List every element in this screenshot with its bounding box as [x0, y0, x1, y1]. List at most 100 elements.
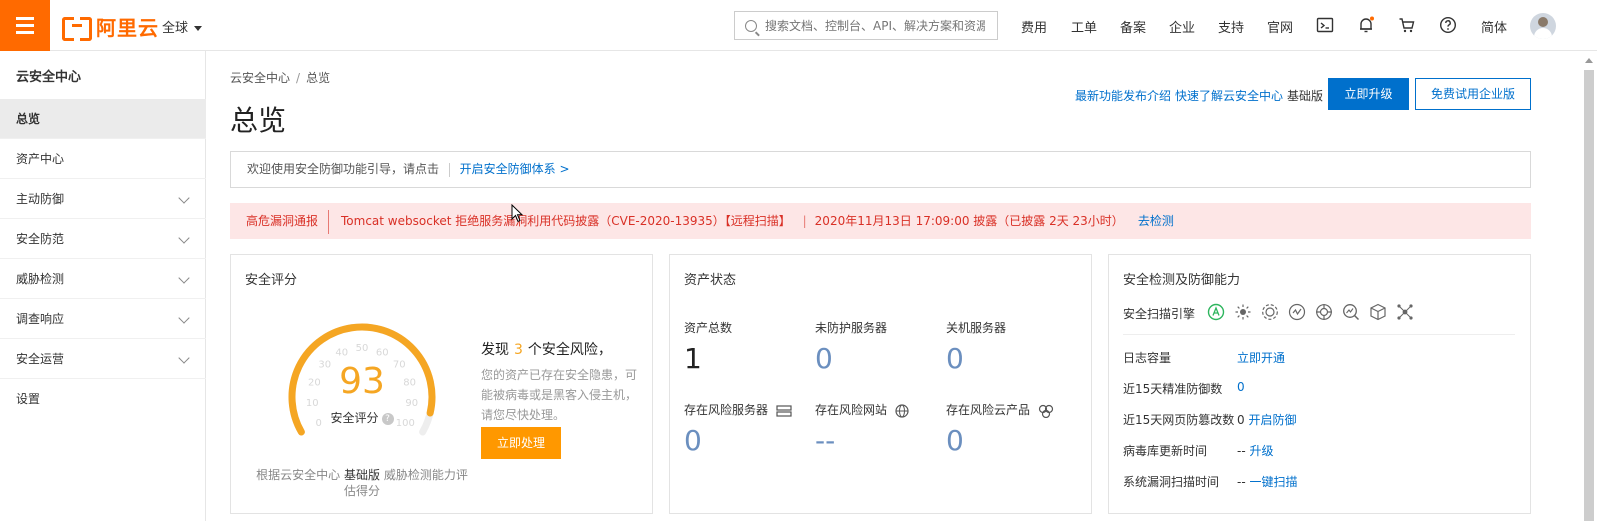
scroll-thumb[interactable] [1584, 70, 1594, 521]
server-icon [776, 404, 792, 417]
quick-start-link[interactable]: 快速了解云安全中心 [1175, 87, 1283, 104]
nav-icp[interactable]: 备案 [1120, 17, 1146, 36]
chevron-down-icon [178, 352, 190, 364]
gauge-tick-label: 60 [376, 347, 389, 358]
go-detect-link[interactable]: 去检测 [1138, 214, 1174, 228]
stat-total-assets[interactable]: 资产总数 1 [684, 319, 732, 375]
scan-engine-row: 安全扫描引擎 [1123, 303, 1515, 335]
stat-risky-cloud-products[interactable]: 存在风险云产品 0 [946, 401, 1054, 457]
gauge-tick-label: 50 [356, 343, 369, 354]
nav-official-site[interactable]: 官网 [1267, 17, 1293, 36]
target-icon[interactable] [1315, 303, 1333, 321]
card-title: 资产状态 [684, 273, 737, 288]
user-avatar[interactable] [1530, 13, 1556, 39]
enable-defense-link[interactable]: 开启防御 [1248, 413, 1296, 427]
handle-now-button[interactable]: 立即处理 [481, 427, 561, 459]
stat-label-row: 存在风险云产品 [946, 401, 1054, 418]
alert-message[interactable]: Tomcat websocket 拒绝服务漏洞利用代码披露（CVE-2020-1… [341, 214, 791, 228]
edition-label: 基础版 [1287, 89, 1324, 103]
help-icon[interactable] [1439, 16, 1457, 34]
risk-suffix: 个安全风险， [527, 342, 612, 358]
vulnerability-alert: 高危漏洞通报 Tomcat websocket 拒绝服务漏洞利用代码披露（CVE-… [230, 203, 1531, 239]
webshell-icon[interactable] [1288, 303, 1306, 321]
menu-icon-bar [16, 24, 34, 27]
sidebar-item-active-defense[interactable]: 主动防御 [0, 179, 206, 219]
scroll-up-icon[interactable] [1585, 58, 1593, 63]
alert-divider [328, 209, 330, 234]
sidebar-item-assets[interactable]: 资产中心 [0, 139, 206, 179]
stat-value: 0 [946, 342, 964, 375]
sidebar-item-label: 主动防御 [16, 192, 65, 206]
chevron-down-icon [178, 272, 190, 284]
alert-tag: 高危漏洞通报 [246, 214, 319, 228]
engine-icons [1207, 303, 1414, 321]
sidebar-item-operations[interactable]: 安全运营 [0, 339, 206, 379]
sidebar-item-settings[interactable]: 设置 [0, 379, 206, 419]
language-switch[interactable]: 简体 [1481, 17, 1507, 36]
cart-icon[interactable] [1398, 16, 1416, 34]
row-label: 系统漏洞扫描时间 [1123, 475, 1220, 489]
precise-defense-count-link[interactable]: 0 [1237, 380, 1245, 394]
caret-down-icon [194, 26, 203, 31]
region-selector[interactable]: 全球 [162, 17, 203, 36]
logo-text: 阿里云 [96, 15, 159, 40]
row-value: 0 开启防御 [1237, 411, 1296, 428]
stat-risky-websites[interactable]: 存在风险网站 -- [815, 401, 909, 457]
stat-unprotected-servers[interactable]: 未防护服务器 0 [815, 319, 887, 375]
search-box[interactable] [734, 11, 998, 40]
vuln-scan-row: 系统漏洞扫描时间 -- 一键扫描 [1123, 473, 1298, 490]
upgrade-button[interactable]: 立即升级 [1328, 78, 1409, 110]
footnote-prefix: 根据云安全中心 [256, 468, 341, 482]
sidebar-item-investigation[interactable]: 调查响应 [0, 299, 206, 339]
stat-shutdown-servers[interactable]: 关机服务器 0 [946, 319, 1006, 375]
nav-enterprise[interactable]: 企业 [1169, 17, 1195, 36]
question-icon[interactable]: ? [381, 412, 394, 425]
row-label: 病毒库更新时间 [1123, 444, 1208, 458]
alert-separator: | [802, 214, 807, 228]
sidebar-item-prevention[interactable]: 安全防范 [0, 219, 206, 259]
gauge-tick-label: 40 [335, 347, 348, 358]
stat-value: 1 [684, 342, 702, 375]
logo-icon [62, 15, 92, 41]
enable-now-link[interactable]: 立即开通 [1237, 351, 1285, 365]
chart-search-icon[interactable] [1342, 303, 1360, 321]
nav-fees[interactable]: 费用 [1021, 17, 1047, 36]
free-trial-button[interactable]: 免费试用企业版 [1415, 78, 1531, 110]
row-label: 近15天精准防御数 [1123, 382, 1223, 396]
sidebar-item-overview[interactable]: 总览 [0, 99, 206, 139]
row-value: 0 [1237, 380, 1245, 394]
breadcrumb-root[interactable]: 云安全中心 [230, 71, 290, 85]
log-capacity-row: 日志容量 立即开通 [1123, 349, 1285, 366]
virus-icon[interactable] [1261, 303, 1279, 321]
stat-risky-servers[interactable]: 存在风险服务器 0 [684, 401, 792, 457]
card-title: 安全评分 [245, 273, 298, 288]
nav-support[interactable]: 支持 [1218, 17, 1244, 36]
alert-time: 2020年11月13日 17:09:00 披露（已披露 2天 23小时） [814, 214, 1124, 228]
sidebar-item-label: 安全运营 [16, 352, 65, 366]
sun-icon[interactable] [1234, 303, 1252, 321]
globe-icon [895, 403, 909, 418]
sidebar: 云安全中心 总览 资产中心 主动防御 安全防范 威胁检测 调查响应 安全运营 设… [0, 51, 206, 521]
shield-a-icon[interactable] [1207, 303, 1225, 321]
breadcrumb-separator: / [296, 71, 301, 85]
nav-tickets[interactable]: 工单 [1071, 17, 1097, 36]
cube-icon[interactable] [1369, 303, 1387, 321]
whats-new-link[interactable]: 最新功能发布介绍 [1075, 87, 1171, 104]
row-value: -- 升级 [1237, 442, 1274, 459]
sidebar-item-threat-detection[interactable]: 威胁检测 [0, 259, 206, 299]
aliyun-logo[interactable]: 阿里云 [62, 14, 159, 41]
menu-icon-bar [16, 31, 34, 34]
breadcrumb-current: 总览 [306, 71, 331, 85]
chevron-down-icon [178, 232, 190, 244]
upgrade-link[interactable]: 升级 [1250, 444, 1274, 458]
one-click-scan-link[interactable]: 一键扫描 [1250, 475, 1298, 489]
enable-defense-link[interactable]: 开启安全防御体系 > [460, 162, 570, 176]
network-icon[interactable] [1396, 303, 1414, 321]
menu-button[interactable] [0, 0, 50, 51]
row-label: 日志容量 [1123, 351, 1172, 365]
bell-icon[interactable] [1357, 16, 1375, 34]
search-input[interactable] [765, 18, 985, 33]
terminal-icon[interactable] [1316, 16, 1334, 34]
main-content: 云安全中心 / 总览 总览 最新功能发布介绍 快速了解云安全中心 基础版 立即升级 … [206, 51, 1566, 521]
stat-label: 存在风险网站 [815, 403, 888, 417]
